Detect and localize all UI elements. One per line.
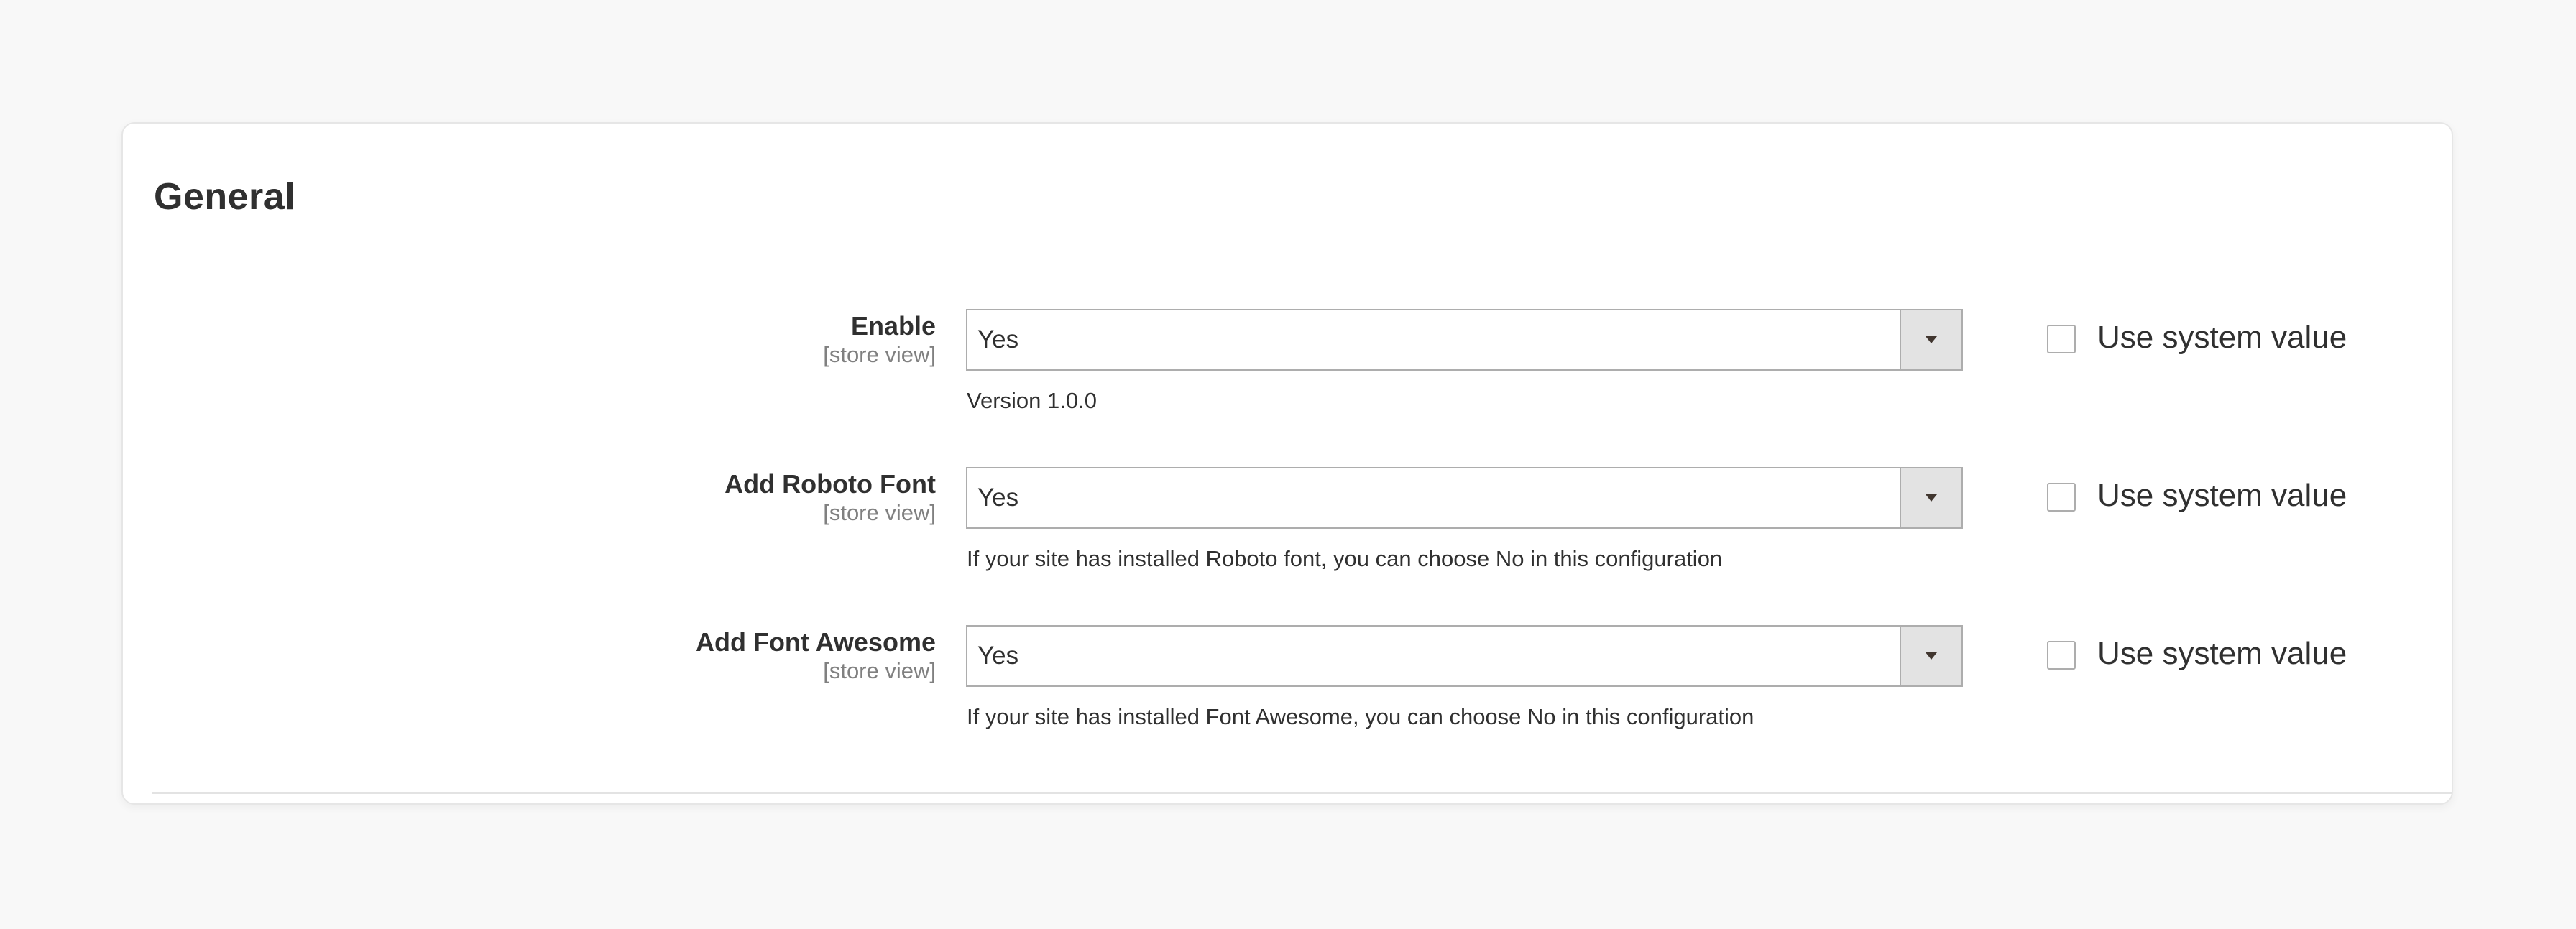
dropdown-button[interactable] [1900, 468, 1961, 527]
use-system-value-checkbox[interactable] [2047, 325, 2076, 353]
use-system-value-label[interactable]: Use system value [2097, 474, 2347, 517]
section-title: General [154, 176, 296, 218]
select-value: Yes [978, 325, 1019, 353]
field-label-text: Add Font Awesome [695, 627, 936, 657]
field-label-enable: Enable [store view] [823, 310, 936, 368]
field-label-font-awesome: Add Font Awesome [store view] [696, 627, 936, 684]
field-label-roboto-font: Add Roboto Font [store view] [724, 468, 936, 526]
field-label-text: Enable [850, 311, 936, 341]
use-system-value-label[interactable]: Use system value [2097, 632, 2347, 675]
enable-select[interactable]: Yes [966, 309, 1963, 371]
font-awesome-select[interactable]: Yes [966, 625, 1963, 687]
dropdown-button[interactable] [1900, 627, 1961, 685]
field-label-text: Add Roboto Font [724, 469, 936, 499]
scope-label: [store view] [823, 500, 936, 525]
field-note: If your site has installed Roboto font, … [967, 546, 1723, 571]
field-row-roboto-font: Add Roboto Font [store view] Yes If your… [0, 467, 2576, 583]
roboto-font-select[interactable]: Yes [966, 467, 1963, 529]
field-note: If your site has installed Font Awesome,… [967, 704, 1754, 729]
chevron-down-icon [1926, 494, 1937, 502]
use-system-value-label[interactable]: Use system value [2097, 316, 2347, 359]
dropdown-button[interactable] [1900, 310, 1961, 369]
select-value: Yes [978, 484, 1019, 512]
field-note: Version 1.0.0 [967, 388, 1097, 413]
chevron-down-icon [1926, 336, 1937, 343]
use-system-value-checkbox[interactable] [2047, 641, 2076, 670]
scope-label: [store view] [823, 342, 936, 367]
use-system-value-checkbox[interactable] [2047, 483, 2076, 512]
select-value: Yes [978, 642, 1019, 670]
field-row-enable: Enable [store view] Yes Version 1.0.0 Us… [0, 309, 2576, 425]
field-row-font-awesome: Add Font Awesome [store view] Yes If you… [0, 625, 2576, 741]
chevron-down-icon [1926, 652, 1937, 660]
section-divider [152, 792, 2452, 794]
scope-label: [store view] [823, 658, 936, 683]
